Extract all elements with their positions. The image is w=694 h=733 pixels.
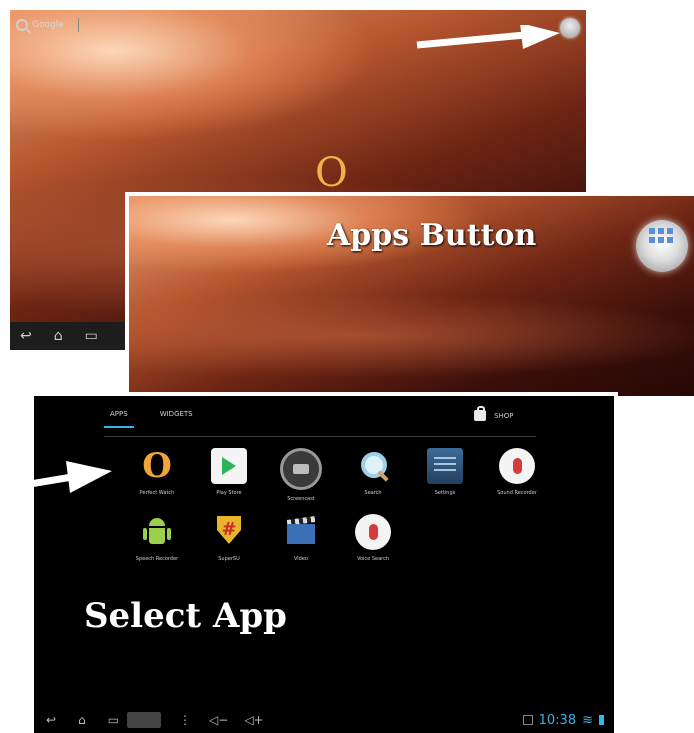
system-bar: ↩ ⌂ ▭ ⋮ ◁− ◁+ 10:38 ≋ xyxy=(34,707,614,733)
apps-button-zoom-panel: Apps Button xyxy=(125,192,694,396)
select-app-caption: Select App xyxy=(84,596,287,636)
app-label: Perfect Watch xyxy=(139,490,175,496)
app-drawer-panel: APPS WIDGETS SHOP O Perfect Watch Play S… xyxy=(30,392,618,733)
camera-icon xyxy=(280,448,322,490)
tab-divider xyxy=(104,436,536,437)
divider xyxy=(77,18,79,32)
microphone-icon xyxy=(499,448,535,484)
volume-up-icon[interactable]: ◁+ xyxy=(244,713,263,727)
app-label: Screencast xyxy=(287,496,315,502)
settings-icon xyxy=(427,448,463,484)
apps-button-caption: Apps Button xyxy=(327,218,537,253)
home-icon[interactable]: ⌂ xyxy=(78,713,86,727)
home-icon[interactable]: ⌂ xyxy=(54,328,63,344)
app-label: Settings xyxy=(434,490,456,496)
google-label: Google xyxy=(32,20,64,30)
pointer-arrow-icon xyxy=(0,461,112,493)
app-label: Sound Recorder xyxy=(497,490,537,496)
app-search[interactable]: Search xyxy=(338,448,408,496)
search-icon xyxy=(355,448,391,484)
clock: 10:38 xyxy=(538,712,577,728)
status-area[interactable]: 10:38 ≋ xyxy=(522,712,604,728)
google-search-bar[interactable]: Google xyxy=(16,18,79,32)
drawer-tabs: APPS WIDGETS xyxy=(104,410,199,428)
app-label: Search xyxy=(364,490,382,496)
wallpaper-logo: O xyxy=(315,150,348,196)
app-label: Speech Recorder xyxy=(135,556,179,562)
nav-buttons: ↩ ⌂ ▭ xyxy=(46,713,119,727)
tab-apps[interactable]: APPS xyxy=(104,410,134,428)
apps-grid-icon xyxy=(649,228,673,243)
battery-icon xyxy=(599,715,604,725)
app-label: Voice Search xyxy=(356,556,390,562)
recent-apps-icon[interactable]: ▭ xyxy=(108,713,119,727)
back-icon[interactable]: ↩ xyxy=(20,328,32,344)
recent-apps-icon[interactable]: ▭ xyxy=(85,328,98,344)
app-settings[interactable]: Settings xyxy=(410,448,480,496)
app-label: SuperSU xyxy=(218,556,240,562)
volume-controls: ◁− ◁+ xyxy=(209,713,264,727)
app-label: Play Store xyxy=(216,490,242,496)
app-video[interactable]: Video xyxy=(266,514,336,562)
back-icon[interactable]: ↩ xyxy=(46,713,56,727)
screenshot-icon[interactable] xyxy=(127,712,162,728)
microphone-icon xyxy=(355,514,391,550)
clapperboard-icon xyxy=(283,514,319,550)
volume-down-icon[interactable]: ◁− xyxy=(209,713,228,727)
search-icon xyxy=(16,19,28,31)
pointer-arrow-icon xyxy=(416,25,560,49)
menu-icon[interactable]: ⋮ xyxy=(179,713,191,727)
apps-button-large[interactable] xyxy=(636,220,688,272)
android-icon xyxy=(139,514,175,550)
shop-label: SHOP xyxy=(494,411,514,420)
play-store-icon xyxy=(211,448,247,484)
app-screencast[interactable]: Screencast xyxy=(266,448,336,502)
tab-widgets[interactable]: WIDGETS xyxy=(154,410,199,428)
app-play-store[interactable]: Play Store xyxy=(194,448,264,496)
shopping-bag-icon xyxy=(474,406,486,421)
app-perfect-watch[interactable]: O Perfect Watch xyxy=(122,446,192,496)
shop-button[interactable]: SHOP xyxy=(474,406,514,421)
supersu-icon xyxy=(211,514,247,550)
notification-icon xyxy=(522,715,533,725)
o-logo-icon: O xyxy=(142,446,172,486)
app-supersu[interactable]: SuperSU xyxy=(194,514,264,562)
app-speech-recorder[interactable]: Speech Recorder xyxy=(122,514,192,562)
app-label: Video xyxy=(293,556,308,562)
app-voice-search[interactable]: Voice Search xyxy=(338,514,408,562)
app-sound-recorder[interactable]: Sound Recorder xyxy=(482,448,552,496)
wifi-icon: ≋ xyxy=(582,712,593,728)
